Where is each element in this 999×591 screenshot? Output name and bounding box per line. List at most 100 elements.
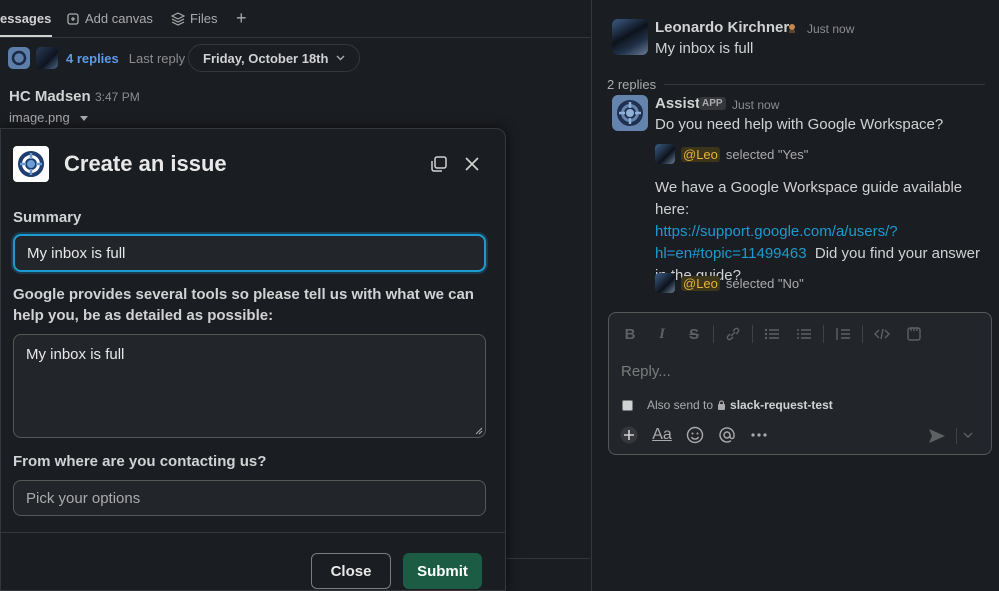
guide-link-1[interactable]: https://support.google.com/a/users/?	[655, 223, 898, 240]
link-icon[interactable]	[720, 323, 746, 345]
caret-down-icon	[80, 116, 89, 121]
contact-placeholder: Pick your options	[26, 489, 141, 507]
active-tab-indicator	[0, 35, 52, 37]
summary-value: My inbox is full	[27, 244, 126, 262]
send-icon[interactable]	[927, 426, 947, 446]
replies-count: 2 replies	[607, 77, 657, 92]
bold-icon[interactable]: B	[617, 323, 643, 345]
toolbar-separator	[713, 325, 714, 343]
lifebuoy-icon	[617, 100, 643, 126]
tab-add-canvas-label: Add canvas	[85, 11, 153, 26]
attachment-filename: image.png	[9, 110, 70, 125]
guide-after: Did you find your answer	[814, 245, 980, 262]
emoji-icon[interactable]	[685, 425, 705, 445]
assist-logo	[13, 146, 49, 182]
details-textarea[interactable]: My inbox is full	[13, 334, 486, 438]
also-send-checkbox[interactable]	[622, 399, 633, 411]
channel-name: slack-request-test	[730, 398, 833, 412]
modal-footer-divider	[1, 532, 505, 533]
thread-pane: Leonardo Kirchner Just now My inbox is f…	[591, 0, 999, 591]
plus-icon[interactable]	[619, 425, 639, 445]
selection-yes-text: selected "Yes"	[725, 146, 809, 162]
leo-tiny-avatar	[655, 273, 675, 293]
files-icon	[171, 11, 185, 26]
also-send-to[interactable]: Also send to slack-request-test	[622, 398, 833, 412]
strikethrough-icon[interactable]: S	[681, 323, 707, 345]
details-value: My inbox is full	[26, 346, 125, 363]
bullet-list-icon[interactable]	[759, 323, 785, 345]
thread-summary[interactable]: 4 replies Last reply 1	[8, 47, 196, 69]
popout-icon[interactable]	[429, 154, 449, 174]
date-label: Friday, October 18th	[203, 50, 329, 66]
channel-tabs: essages Add canvas Files +	[0, 0, 590, 38]
italic-icon[interactable]: I	[649, 323, 675, 345]
tab-messages[interactable]: essages	[0, 11, 51, 26]
tab-messages-label: essages	[0, 11, 52, 26]
guide-intro: We have a Google Workspace guide availab…	[655, 179, 963, 218]
guide-link-2[interactable]: hl=en#topic=11499463	[655, 245, 807, 262]
leonardo-avatar[interactable]	[612, 19, 648, 55]
assist-time[interactable]: Just now	[732, 98, 779, 112]
chevron-down-icon[interactable]	[961, 427, 975, 443]
assist-question: Do you need help with Google Workspace?	[655, 116, 944, 133]
message-timestamp[interactable]: 3:47 PM	[95, 90, 140, 104]
toolbar-separator	[862, 325, 863, 343]
root-time[interactable]: Just now	[807, 22, 854, 36]
selection-yes: @Leo selected "Yes"	[655, 144, 808, 164]
tab-files-label: Files	[190, 11, 218, 26]
details-label: Google provides several tools so please …	[13, 286, 474, 324]
replies-divider: 2 replies	[607, 77, 985, 92]
leo-mini-avatar	[36, 47, 58, 69]
date-divider-pill[interactable]: Friday, October 18th	[188, 44, 361, 72]
lock-icon	[718, 400, 726, 410]
also-send-label: Also send to	[647, 398, 714, 412]
toolbar-separator	[752, 325, 753, 343]
toolbar-separator	[823, 325, 824, 343]
summary-input[interactable]: My inbox is full	[13, 234, 486, 272]
lifebuoy-icon	[11, 50, 27, 66]
mention-icon[interactable]	[717, 425, 737, 445]
summary-label: Summary	[13, 209, 82, 226]
composer-tools: Aa	[619, 425, 769, 445]
code-icon[interactable]	[869, 323, 895, 345]
leo-mention[interactable]: @Leo	[681, 146, 720, 162]
chevron-down-icon	[336, 55, 345, 61]
guide-message: We have a Google Workspace guide availab…	[655, 177, 995, 287]
contact-label: From where are you contacting us?	[13, 453, 267, 470]
formatting-icon[interactable]: Aa	[651, 425, 673, 445]
assist-mini-avatar	[8, 47, 30, 69]
app-badge: APP	[699, 97, 726, 110]
numbered-list-icon[interactable]	[791, 323, 817, 345]
lifebuoy-icon	[18, 151, 44, 177]
attachment-name[interactable]: image.png	[9, 110, 89, 125]
format-toolbar: B I S	[617, 323, 927, 345]
assist-author[interactable]: Assist	[655, 95, 700, 112]
blockquote-icon[interactable]	[830, 323, 856, 345]
plus-icon: +	[236, 8, 247, 28]
submit-button[interactable]: Submit	[403, 553, 482, 589]
resize-handle-icon[interactable]	[475, 427, 483, 435]
more-actions-icon[interactable]	[749, 425, 769, 445]
divider-line	[664, 84, 985, 85]
canvas-icon	[67, 12, 79, 25]
last-reply-text: Last reply 1	[128, 50, 196, 66]
root-message: My inbox is full	[655, 40, 754, 57]
code-block-icon[interactable]	[901, 323, 927, 345]
reply-composer[interactable]: B I S Reply... Also send to slack-reques…	[608, 312, 992, 455]
leo-mention[interactable]: @Leo	[681, 275, 720, 291]
message-author[interactable]: HC Madsen	[9, 88, 91, 105]
tab-add-canvas[interactable]: Add canvas	[66, 11, 153, 26]
reply-placeholder[interactable]: Reply...	[621, 363, 671, 380]
close-icon[interactable]	[462, 154, 482, 174]
status-emoji-icon	[789, 24, 795, 33]
tab-files[interactable]: Files	[171, 11, 217, 26]
divider	[506, 558, 590, 559]
close-button[interactable]: Close	[311, 553, 391, 589]
replies-link[interactable]: 4 replies	[66, 51, 119, 66]
create-issue-modal: Create an issue Summary My inbox is full…	[0, 128, 506, 591]
selection-no-text: selected "No"	[725, 275, 804, 291]
assist-avatar[interactable]	[612, 95, 648, 131]
contact-select[interactable]: Pick your options	[13, 480, 486, 516]
root-author[interactable]: Leonardo Kirchner	[655, 19, 789, 36]
add-tab-button[interactable]: +	[236, 8, 247, 29]
